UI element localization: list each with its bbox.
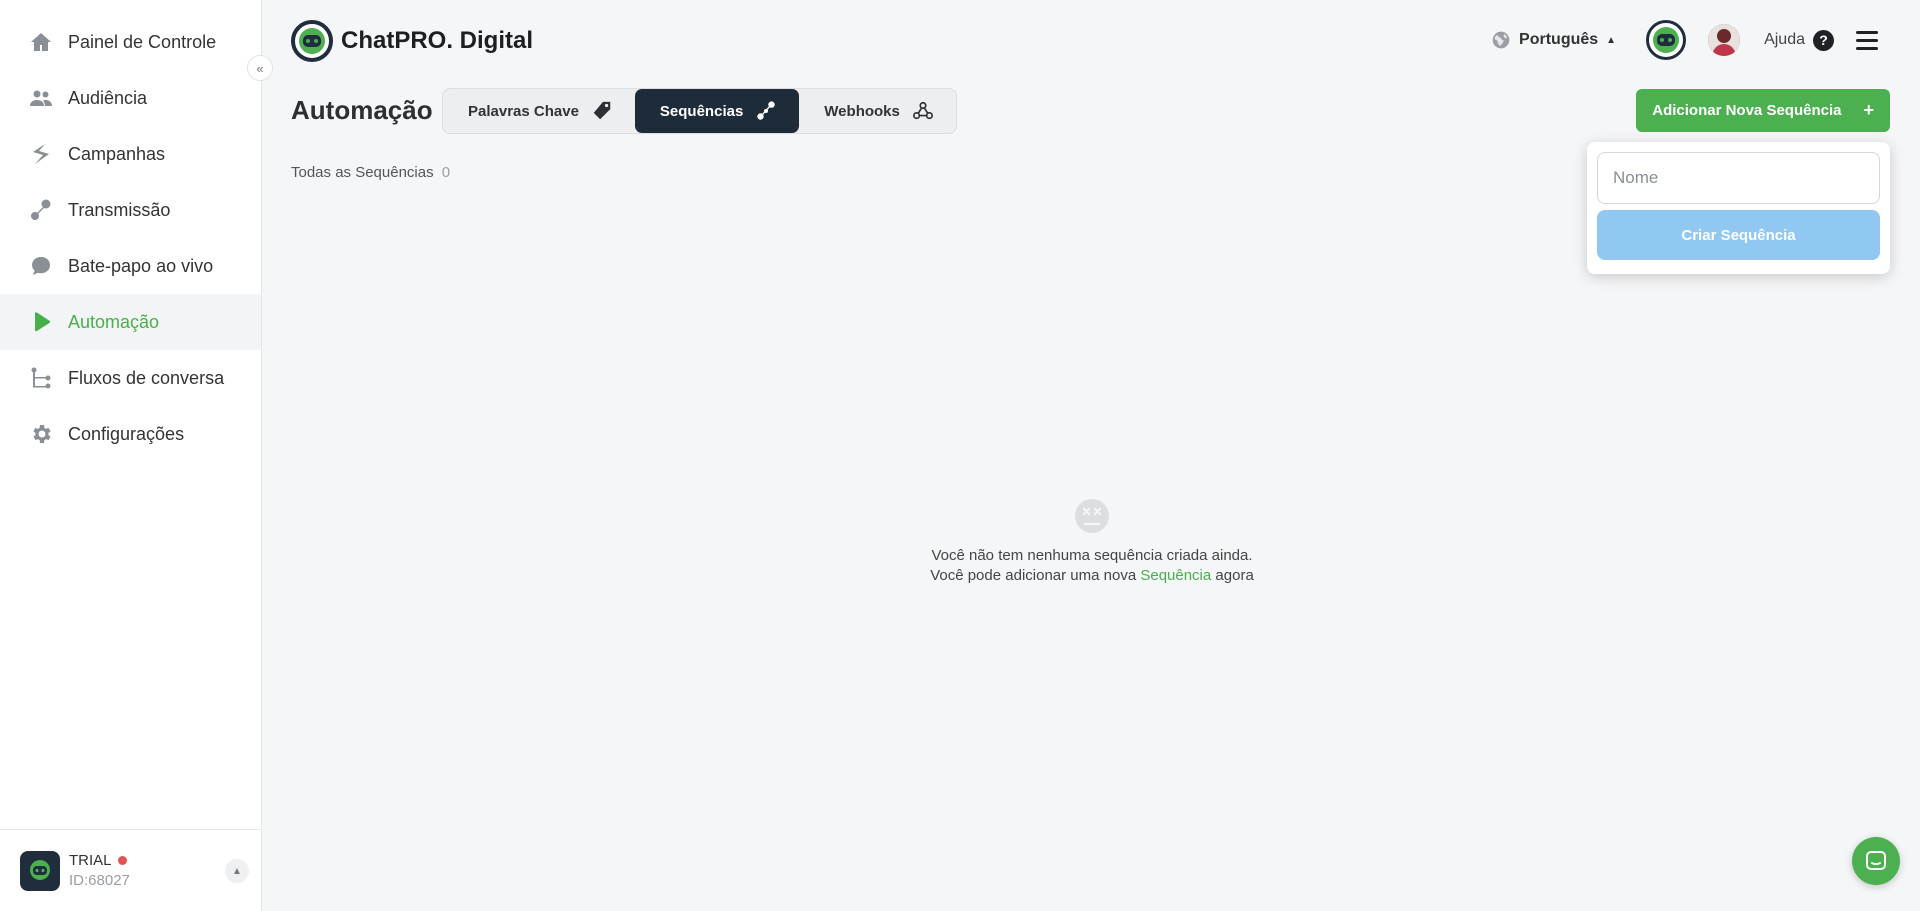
page-title: Automação — [291, 95, 433, 125]
brand[interactable]: ChatPRO. Digital — [291, 20, 533, 62]
bot-avatar[interactable] — [1646, 20, 1687, 60]
status-dot — [117, 856, 127, 865]
empty-line-2-suffix: agora — [1215, 567, 1254, 584]
language-label: Português — [1519, 31, 1599, 48]
sidebar-item-configuracoes[interactable]: Configurações — [0, 406, 261, 462]
empty-line-2: Você pode adicionar uma nova Sequência a… — [912, 566, 1272, 586]
tag-icon — [593, 101, 611, 120]
tab-sequencias[interactable]: Sequências — [634, 89, 800, 133]
sidebar-item-campanhas[interactable]: Campanhas — [0, 126, 261, 182]
sidebar-item-painel[interactable]: Painel de Controle — [0, 14, 261, 70]
account-logo — [20, 850, 60, 891]
chat-icon — [1866, 851, 1886, 870]
webhook-icon — [912, 101, 933, 120]
account-switcher[interactable]: TRIAL ID:68027 ▲ — [0, 829, 261, 911]
hamburger-menu-icon[interactable] — [1856, 30, 1878, 50]
sequence-filter[interactable]: Todas as Sequências 0 — [291, 164, 450, 181]
chevrons-left-icon[interactable]: « — [247, 55, 273, 81]
play-icon — [28, 309, 54, 335]
account-info: TRIAL ID:68027 — [69, 851, 130, 891]
tab-label: Sequências — [659, 102, 744, 120]
add-sequence-label: Adicionar Nova Sequência — [1652, 102, 1842, 119]
language-selector[interactable]: Português ▲ — [1491, 30, 1616, 50]
tab-palavras-chave[interactable]: Palavras Chave — [443, 89, 635, 133]
sidebar-nav: Painel de Controle Audiência Campanhas T… — [0, 0, 261, 462]
filter-label: Todas as Sequências — [291, 164, 434, 181]
sort-arrows-icon[interactable]: ▲ — [225, 859, 249, 883]
sidebar-item-label: Transmissão — [68, 199, 171, 220]
empty-line-2-prefix: Você pode adicionar uma nova — [930, 567, 1137, 584]
bot-logo-icon — [30, 859, 50, 880]
sidebar-item-label: Painel de Controle — [68, 31, 217, 52]
chat-bubble-icon — [28, 253, 54, 279]
user-avatar[interactable] — [1708, 24, 1741, 56]
sidebar-item-label: Bate-papo ao vivo — [68, 255, 214, 276]
sidebar-item-label: Configurações — [68, 423, 185, 444]
brand-name: ChatPRO. Digital — [341, 27, 534, 54]
create-sequence-button[interactable]: Criar Sequência — [1597, 210, 1880, 260]
brand-logo-icon — [291, 20, 333, 62]
people-icon — [28, 85, 54, 111]
sequence-name-input[interactable] — [1597, 152, 1880, 204]
plan-label: TRIAL — [69, 851, 112, 869]
automation-tabs: Palavras Chave Sequências Webhooks — [442, 88, 957, 134]
sidebar-item-fluxos[interactable]: Fluxos de conversa — [0, 350, 261, 406]
help-link[interactable]: Ajuda ? — [1764, 29, 1834, 51]
sidebar-item-label: Campanhas — [68, 143, 166, 164]
sidebar-item-label: Automação — [68, 311, 160, 332]
globe-icon — [1492, 31, 1510, 49]
empty-sequence-link[interactable]: Sequência — [1140, 567, 1211, 584]
caret-down-icon: ▲ — [1606, 34, 1617, 46]
plus-icon: + — [1863, 100, 1874, 120]
campaign-icon — [28, 141, 54, 167]
tab-label: Palavras Chave — [468, 102, 579, 120]
tab-label: Webhooks — [824, 102, 900, 120]
sad-face-icon — [1075, 499, 1109, 533]
help-label: Ajuda — [1764, 31, 1805, 48]
filter-count: 0 — [441, 164, 451, 181]
new-sequence-popover: Criar Sequência — [1587, 142, 1890, 274]
home-icon — [28, 29, 54, 55]
question-icon: ? — [1813, 29, 1834, 51]
empty-line-1: Você não tem nenhuma sequência criada ai… — [931, 547, 1253, 564]
sidebar-item-bate-papo[interactable]: Bate-papo ao vivo — [0, 238, 261, 294]
account-plan: TRIAL — [69, 851, 130, 871]
broadcast-icon — [28, 197, 54, 223]
sidebar: Painel de Controle Audiência Campanhas T… — [0, 0, 262, 911]
flow-icon — [28, 365, 54, 391]
user-photo — [1708, 24, 1741, 56]
sidebar-item-automacao[interactable]: Automação — [0, 294, 261, 350]
sidebar-item-label: Audiência — [68, 87, 148, 108]
account-id: ID:68027 — [69, 871, 130, 889]
sidebar-item-transmissao[interactable]: Transmissão — [0, 182, 261, 238]
tab-webhooks[interactable]: Webhooks — [799, 89, 956, 133]
sidebar-item-audiencia[interactable]: Audiência — [0, 70, 261, 126]
sequence-icon — [757, 101, 776, 120]
sidebar-item-label: Fluxos de conversa — [68, 367, 225, 388]
topbar-actions: Português ▲ Ajuda ? — [1491, 18, 1878, 62]
support-chat-button[interactable] — [1852, 837, 1900, 885]
empty-state: Você não tem nenhuma sequência criada ai… — [912, 498, 1272, 586]
add-sequence-button[interactable]: Adicionar Nova Sequência + — [1636, 89, 1890, 132]
gear-icon — [28, 421, 54, 447]
bot-face-icon — [1653, 27, 1680, 53]
